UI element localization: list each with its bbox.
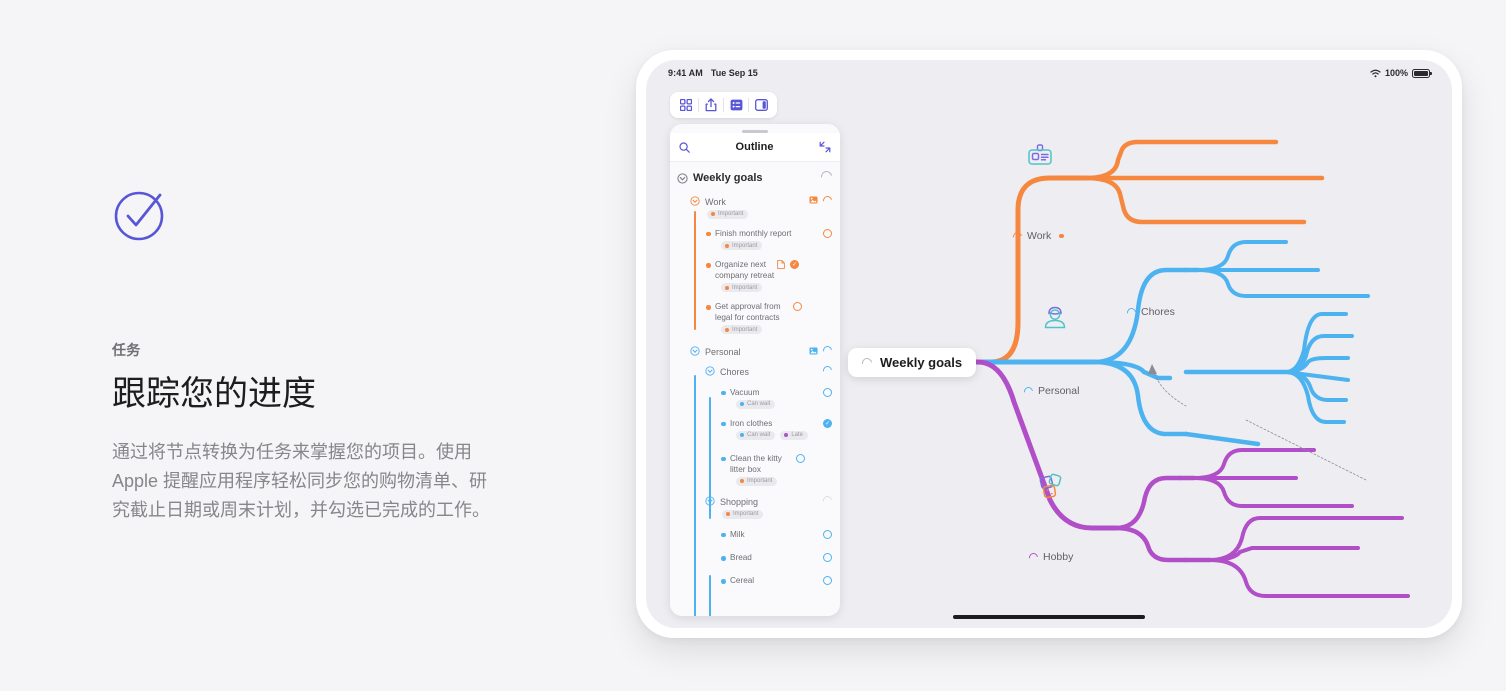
page-title: 跟踪您的进度 bbox=[112, 375, 316, 413]
tag-dot bbox=[1059, 233, 1064, 239]
mindmap-root-label: Weekly goals bbox=[880, 355, 963, 370]
mindmap-branch-hobby[interactable]: Hobby bbox=[1027, 550, 1074, 564]
mindmap-branch-personal[interactable]: Personal bbox=[1022, 384, 1080, 398]
page-root: 任务 跟踪您的进度 通过将节点转换为任务来掌握您的项目。使用 Apple 提醒应… bbox=[0, 0, 1506, 691]
body-copy: 通过将节点转换为任务来掌握您的项目。使用 Apple 提醒应用程序轻松同步您的购… bbox=[112, 442, 490, 521]
mindmap-branch-label: Personal bbox=[1038, 385, 1080, 397]
tablet-screen: 9:41 AM Tue Sep 15 100% Outline Weekly g… bbox=[646, 60, 1452, 628]
progress-spinner[interactable] bbox=[1125, 305, 1138, 319]
progress-spinner[interactable] bbox=[1011, 229, 1024, 243]
checkmark-circle-icon bbox=[112, 186, 170, 244]
progress-spinner[interactable] bbox=[860, 355, 874, 370]
progress-spinner[interactable] bbox=[1027, 550, 1040, 564]
dice-icon bbox=[1038, 472, 1068, 502]
mindmap-subbranch-label: Chores bbox=[1141, 306, 1175, 318]
tablet-device: 9:41 AM Tue Sep 15 100% Outline Weekly g… bbox=[636, 50, 1462, 638]
mindmap-root-node[interactable]: Weekly goals bbox=[848, 348, 977, 377]
mindmap-subbranch-chores[interactable]: Chores bbox=[1125, 305, 1175, 319]
eyebrow-label: 任务 bbox=[112, 342, 141, 358]
mindmap-branch-label: Hobby bbox=[1043, 551, 1074, 563]
home-indicator[interactable] bbox=[953, 615, 1145, 619]
mindmap-branch-work[interactable]: Work bbox=[1011, 229, 1064, 243]
id-badge-icon bbox=[1027, 144, 1053, 170]
mindmap-canvas[interactable]: Weekly goals Work Personal Chores Hobby bbox=[646, 60, 1452, 628]
mindmap-branch-label: Work bbox=[1027, 230, 1052, 242]
marketing-column: 任务 跟踪您的进度 通过将节点转换为任务来掌握您的项目。使用 Apple 提醒应… bbox=[112, 186, 532, 526]
person-icon bbox=[1042, 305, 1068, 331]
progress-spinner[interactable] bbox=[1022, 384, 1035, 398]
